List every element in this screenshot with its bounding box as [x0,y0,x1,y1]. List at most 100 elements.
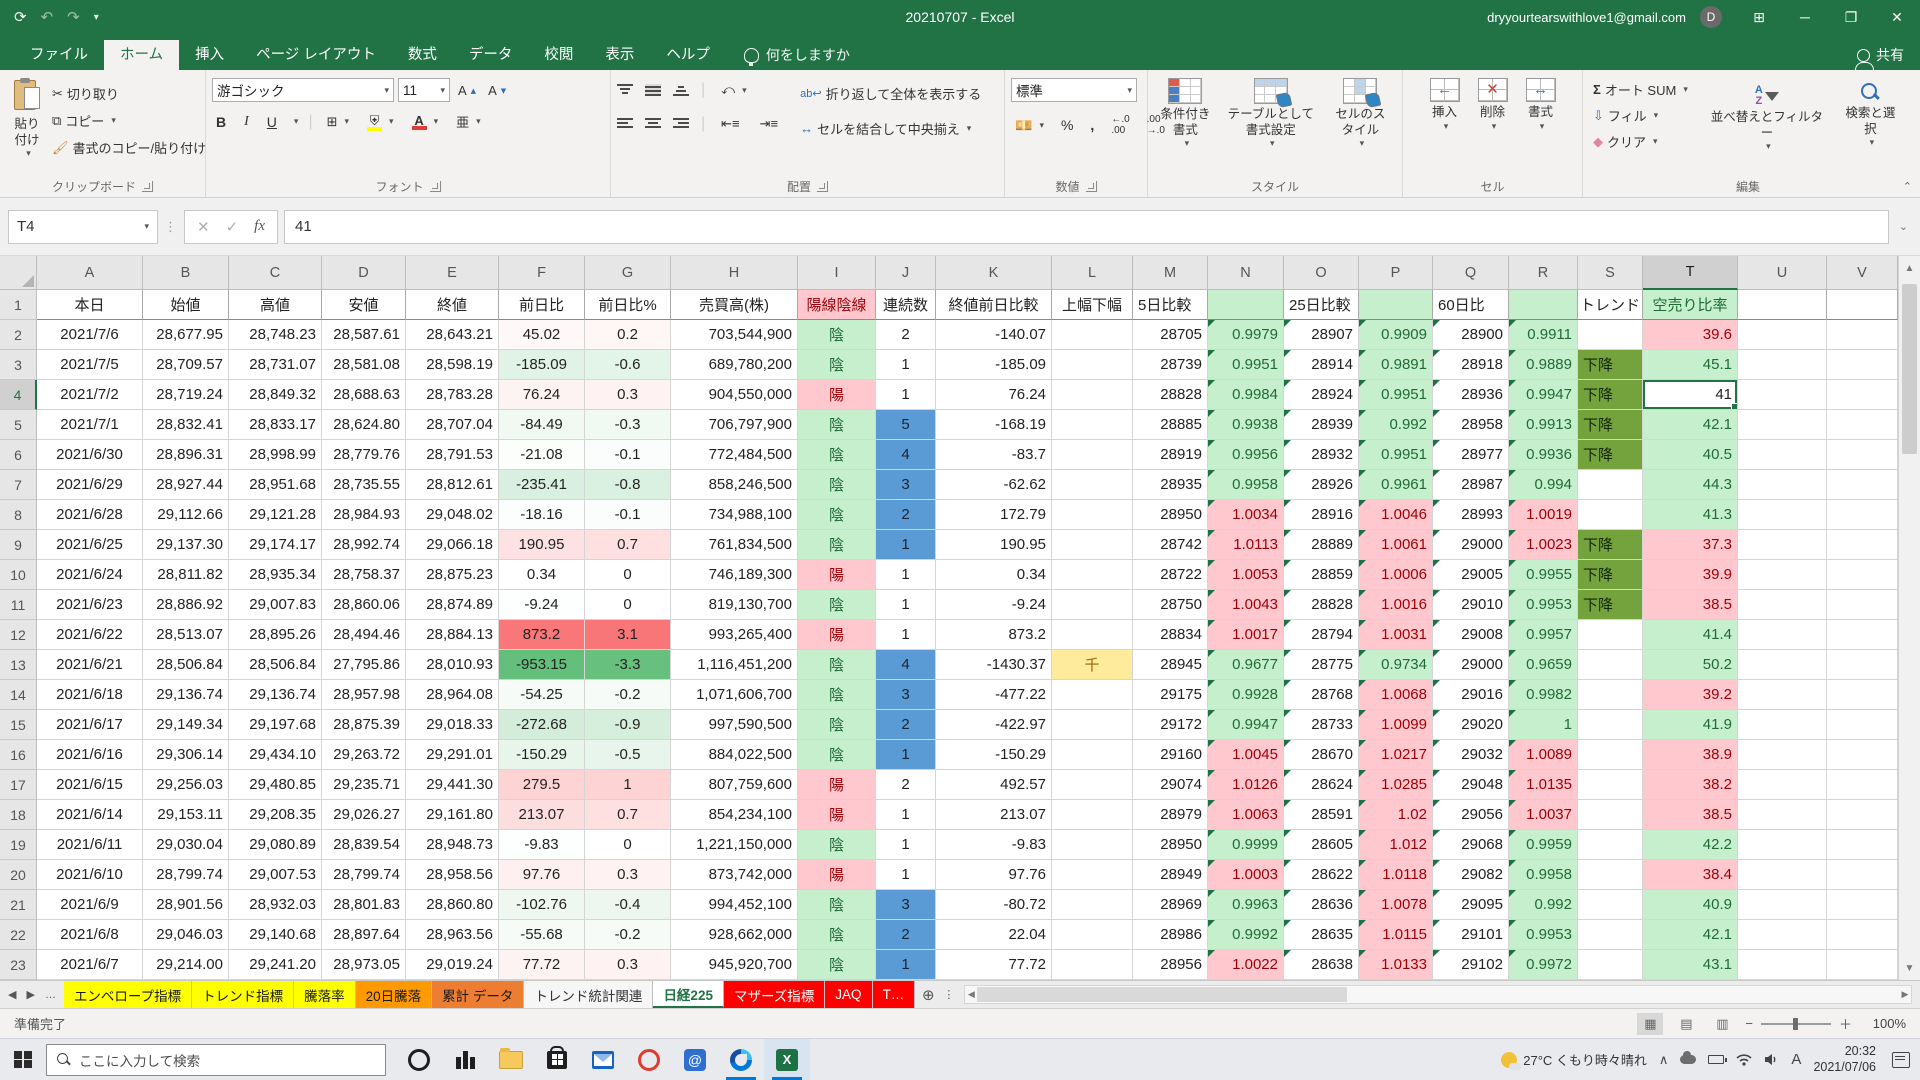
cell-S16[interactable] [1578,740,1643,770]
italic-button[interactable]: I [240,112,253,132]
column-header-R[interactable]: R [1509,256,1578,290]
cell-U16[interactable] [1738,740,1827,770]
column-header-D[interactable]: D [322,256,406,290]
cell-O13[interactable]: 28775 [1284,650,1359,680]
cell-R19[interactable]: 0.9959 [1509,830,1578,860]
cell-D15[interactable]: 28,875.39 [322,710,406,740]
normal-view-icon[interactable]: ▦ [1637,1013,1663,1035]
cell-S7[interactable] [1578,470,1643,500]
cell-V16[interactable] [1827,740,1898,770]
mail-agent-icon[interactable]: @ [672,1039,718,1080]
cell-K13[interactable]: -1430.37 [936,650,1052,680]
cell-R18[interactable]: 1.0037 [1509,800,1578,830]
cell-D21[interactable]: 28,801.83 [322,890,406,920]
cell-F11[interactable]: -9.24 [499,590,585,620]
cell-K15[interactable]: -422.97 [936,710,1052,740]
cell-T2[interactable]: 39.6 [1643,320,1738,350]
cell-I17[interactable]: 陽 [798,770,876,800]
cell-I23[interactable]: 陰 [798,950,876,980]
cell-K9[interactable]: 190.95 [936,530,1052,560]
cell-O16[interactable]: 28670 [1284,740,1359,770]
cell-A11[interactable]: 2021/6/23 [37,590,143,620]
cell-Q21[interactable]: 29095 [1433,890,1509,920]
cell-H20[interactable]: 873,742,000 [671,860,798,890]
format-cells-button[interactable]: ↔ 書式▾ [1520,74,1562,136]
cell-M9[interactable]: 28742 [1133,530,1208,560]
font-name-select[interactable]: 游ゴシック▾ [212,78,394,102]
cell-V7[interactable] [1827,470,1898,500]
cell-E13[interactable]: 28,010.93 [406,650,499,680]
header-cell-G1[interactable]: 前日比% [585,290,671,320]
cell-L5[interactable] [1052,410,1133,440]
menu-tab-7[interactable]: 表示 [589,40,650,70]
cell-B23[interactable]: 29,214.00 [143,950,229,980]
cell-B9[interactable]: 29,137.30 [143,530,229,560]
cell-H8[interactable]: 734,988,100 [671,500,798,530]
cell-K8[interactable]: 172.79 [936,500,1052,530]
cell-N18[interactable]: 1.0063 [1208,800,1284,830]
column-header-V[interactable]: V [1827,256,1898,290]
cell-F2[interactable]: 45.02 [499,320,585,350]
cell-J8[interactable]: 2 [876,500,936,530]
cell-T21[interactable]: 40.9 [1643,890,1738,920]
cell-D12[interactable]: 28,494.46 [322,620,406,650]
cell-S18[interactable] [1578,800,1643,830]
cell-O5[interactable]: 28939 [1284,410,1359,440]
cell-N15[interactable]: 0.9947 [1208,710,1284,740]
sheet-nav-left-icon[interactable]: ◀ [8,988,16,1001]
cell-D23[interactable]: 28,973.05 [322,950,406,980]
cell-F4[interactable]: 76.24 [499,380,585,410]
save-icon[interactable]: ⟳ [14,8,27,26]
cell-J22[interactable]: 2 [876,920,936,950]
cell-V10[interactable] [1827,560,1898,590]
cell-C8[interactable]: 29,121.28 [229,500,322,530]
cell-P4[interactable]: 0.9951 [1359,380,1433,410]
cell-S11[interactable]: 下降 [1578,590,1643,620]
cell-D20[interactable]: 28,799.74 [322,860,406,890]
cell-K19[interactable]: -9.83 [936,830,1052,860]
cell-L16[interactable] [1052,740,1133,770]
cell-Q18[interactable]: 29056 [1433,800,1509,830]
menu-tab-3[interactable]: ページ レイアウト [240,40,392,70]
cell-S22[interactable] [1578,920,1643,950]
cell-K5[interactable]: -168.19 [936,410,1052,440]
cell-E17[interactable]: 29,441.30 [406,770,499,800]
row-header-12[interactable]: 12 [0,620,37,650]
opera-icon[interactable] [626,1039,672,1080]
fill-button[interactable]: ⇩フィル▾ [1589,104,1692,127]
cell-S8[interactable] [1578,500,1643,530]
cell-O12[interactable]: 28794 [1284,620,1359,650]
cell-I14[interactable]: 陰 [798,680,876,710]
row-header-6[interactable]: 6 [0,440,37,470]
cell-K17[interactable]: 492.57 [936,770,1052,800]
cell-T8[interactable]: 41.3 [1643,500,1738,530]
cell-U14[interactable] [1738,680,1827,710]
cell-H9[interactable]: 761,834,500 [671,530,798,560]
cell-P12[interactable]: 1.0031 [1359,620,1433,650]
header-cell-I1[interactable]: 陽線陰線 [798,290,876,320]
cell-J7[interactable]: 3 [876,470,936,500]
cell-N19[interactable]: 0.9999 [1208,830,1284,860]
cell-N7[interactable]: 0.9958 [1208,470,1284,500]
maximize-button[interactable]: ❐ [1828,0,1874,34]
cell-T5[interactable]: 42.1 [1643,410,1738,440]
cell-P20[interactable]: 1.0118 [1359,860,1433,890]
cell-K22[interactable]: 22.04 [936,920,1052,950]
cell-M19[interactable]: 28950 [1133,830,1208,860]
cell-N11[interactable]: 1.0043 [1208,590,1284,620]
cell-K2[interactable]: -140.07 [936,320,1052,350]
header-cell-J1[interactable]: 連続数 [876,290,936,320]
cell-R3[interactable]: 0.9889 [1509,350,1578,380]
cell-R13[interactable]: 0.9659 [1509,650,1578,680]
cell-B20[interactable]: 28,799.74 [143,860,229,890]
cell-U8[interactable] [1738,500,1827,530]
borders-button[interactable]: ⊞▾ [323,112,353,132]
vertical-scrollbar[interactable]: ▲ ▼ [1898,256,1920,980]
column-header-B[interactable]: B [143,256,229,290]
row-header-23[interactable]: 23 [0,950,37,980]
cell-I21[interactable]: 陰 [798,890,876,920]
bottom-align-icon[interactable] [673,84,689,96]
cell-G23[interactable]: 0.3 [585,950,671,980]
cell-J17[interactable]: 2 [876,770,936,800]
cell-E5[interactable]: 28,707.04 [406,410,499,440]
